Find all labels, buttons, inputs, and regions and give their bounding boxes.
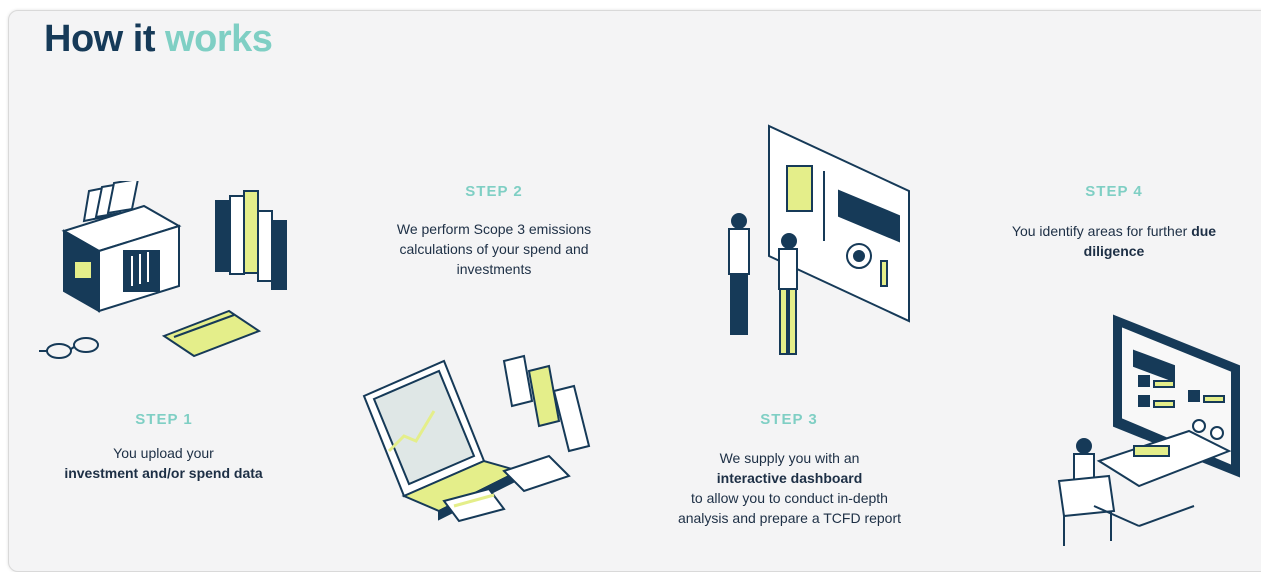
page-title: How it works [44, 18, 273, 61]
dashboard-people-icon [728, 124, 910, 355]
laptop-icon [362, 354, 591, 523]
step-4-label: STEP 4 [1085, 183, 1143, 200]
step-3-label: STEP 3 [760, 411, 818, 428]
step-4-text: You identify areas for further due dilig… [999, 221, 1229, 261]
monitor-desk-icon [1057, 314, 1240, 546]
step-1-text: You upload your investment and/or spend … [61, 443, 266, 483]
files-box-icon [39, 181, 287, 359]
step-3-text-pre: We supply you with an [719, 450, 860, 466]
title-part-2: works [165, 18, 273, 60]
step-3-text-post: to allow you to conduct in-depth analysi… [677, 490, 902, 526]
step-3-text: We supply you with an interactive dashbo… [672, 448, 907, 528]
title-part-1: How it [44, 18, 155, 60]
step-1-label: STEP 1 [135, 411, 193, 428]
step-3-text-bold: interactive dashboard [716, 470, 863, 486]
step-2-text: We perform Scope 3 emissions calculation… [396, 221, 592, 277]
step-4-text-pre: You identify areas for further [1011, 223, 1188, 239]
step-1-text-pre: You upload your [113, 445, 214, 461]
how-it-works-card: How it works STEP 1 You upload your inve… [8, 10, 1261, 572]
step-1-text-bold: investment and/or spend data [64, 465, 263, 481]
step-2-label: STEP 2 [465, 183, 523, 200]
